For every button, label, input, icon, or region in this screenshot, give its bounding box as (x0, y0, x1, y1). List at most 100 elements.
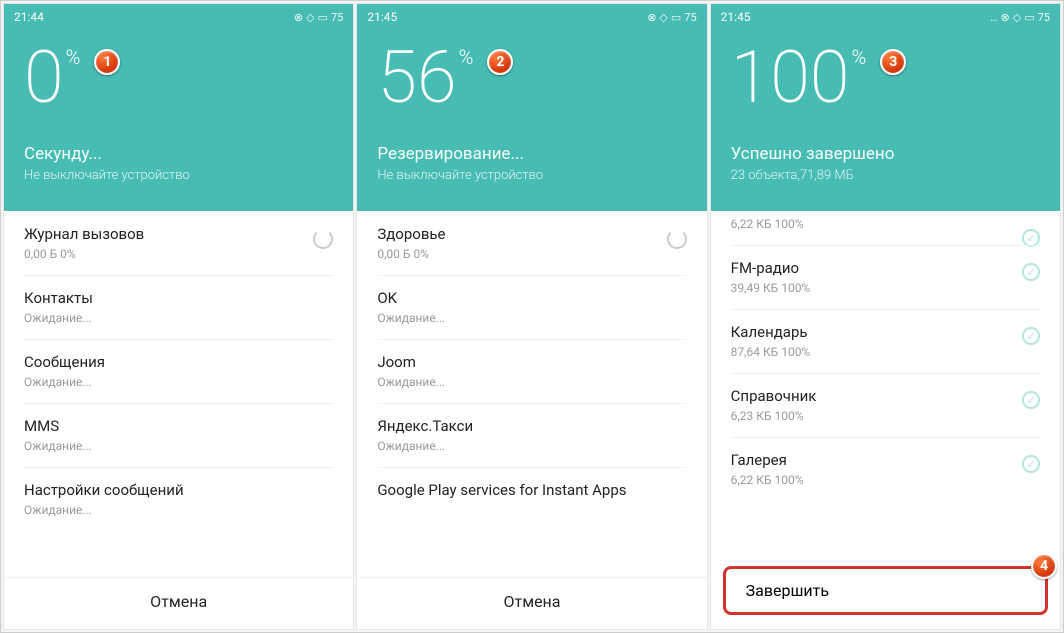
statusbar: 21:45 ⊗ ◇ ▭ 75 (357, 4, 706, 30)
finish-label: Завершить (746, 581, 829, 600)
list-item: 6,22 КБ 100% ✓ (711, 211, 1060, 245)
wifi-icon: ◇ (306, 11, 314, 24)
clock: 21:45 (721, 10, 751, 24)
header-title: Секунду... (24, 144, 333, 164)
step-badge-4: 4 (1031, 553, 1057, 579)
item-title: Календарь (731, 323, 1040, 341)
progress-percent: 0 (24, 42, 64, 114)
phone-screen-2: 21:45 ⊗ ◇ ▭ 75 56 % 2 Резервирование... … (356, 3, 707, 630)
header-title: Резервирование... (377, 144, 686, 164)
check-icon: ✓ (1022, 263, 1040, 281)
header-subtitle: Не выключайте устройство (377, 168, 686, 183)
list-item: Справочник 6,23 КБ 100% ✓ (711, 373, 1060, 437)
header-title: Успешно завершено (731, 144, 1040, 164)
statusbar: 21:44 ⊗ ◇ ▭ 75 (4, 4, 353, 30)
item-sub: 6,22 КБ 100% (731, 217, 1040, 231)
header: 56 % 2 Резервирование... Не выключайте у… (357, 30, 706, 211)
list-item: Joom Ожидание... (357, 339, 706, 403)
battery-level: 75 (1038, 11, 1050, 24)
item-title: Журнал вызовов (24, 225, 333, 243)
item-title: MMS (24, 417, 333, 435)
wifi-icon: ◇ (659, 11, 667, 24)
item-sub: Ожидание... (377, 311, 686, 325)
list-item: Яндекс.Такси Ожидание... (357, 403, 706, 467)
backup-list[interactable]: 6,22 КБ 100% ✓ FM-радио 39,49 КБ 100% ✓ … (711, 211, 1060, 556)
dnd-icon: ⊗ (647, 11, 656, 24)
item-sub: Ожидание... (24, 311, 333, 325)
percent-sign: % (459, 45, 474, 69)
list-item: Google Play services for Instant Apps (357, 467, 706, 517)
item-title: Яндекс.Такси (377, 417, 686, 435)
more-icon: … (990, 11, 997, 24)
finish-button[interactable]: Завершить 4 (723, 566, 1048, 615)
item-title: Здоровье (377, 225, 686, 243)
status-icons: … ⊗ ◇ ▭ 75 (990, 11, 1050, 24)
list-item: Журнал вызовов 0,00 Б 0% (4, 211, 353, 275)
list-item: OK Ожидание... (357, 275, 706, 339)
battery-level: 75 (331, 11, 343, 24)
clock: 21:45 (367, 10, 397, 24)
percent-sign: % (852, 45, 867, 69)
spinner-icon (667, 229, 687, 249)
dnd-icon: ⊗ (1001, 11, 1010, 24)
list-item: Настройки сообщений Ожидание... (4, 467, 353, 531)
status-icons: ⊗ ◇ ▭ 75 (294, 11, 343, 24)
dnd-icon: ⊗ (294, 11, 303, 24)
list-item: MMS Ожидание... (4, 403, 353, 467)
check-icon: ✓ (1022, 455, 1040, 473)
status-icons: ⊗ ◇ ▭ 75 (647, 11, 696, 24)
step-badge-1: 1 (94, 49, 120, 75)
check-icon: ✓ (1022, 391, 1040, 409)
item-sub: 6,22 КБ 100% (731, 473, 1040, 487)
step-badge-2: 2 (487, 49, 513, 75)
battery-icon: ▭ (318, 11, 328, 24)
step-badge-3: 3 (880, 49, 906, 75)
phone-screen-1: 21:44 ⊗ ◇ ▭ 75 0 % 1 Секунду... Не выклю… (3, 3, 354, 630)
item-title: Контакты (24, 289, 333, 307)
item-title: Галерея (731, 451, 1040, 469)
list-item: Сообщения Ожидание... (4, 339, 353, 403)
list-item: Календарь 87,64 КБ 100% ✓ (711, 309, 1060, 373)
progress-percent: 100 (731, 42, 850, 114)
list-item: Здоровье 0,00 Б 0% (357, 211, 706, 275)
check-icon: ✓ (1022, 327, 1040, 345)
item-title: OK (377, 289, 686, 307)
item-title: Справочник (731, 387, 1040, 405)
item-title: FM-радио (731, 259, 1040, 277)
cancel-button[interactable]: Отмена (357, 577, 706, 629)
percent-sign: % (66, 45, 81, 69)
battery-icon: ▭ (671, 11, 681, 24)
item-title: Сообщения (24, 353, 333, 371)
header-subtitle: 23 объекта,71,89 МБ (731, 168, 1040, 183)
wifi-icon: ◇ (1013, 11, 1021, 24)
item-sub: 39,49 КБ 100% (731, 281, 1040, 295)
item-sub: 6,23 КБ 100% (731, 409, 1040, 423)
spinner-icon (313, 229, 333, 249)
header: 100 % 3 Успешно завершено 23 объекта,71,… (711, 30, 1060, 211)
backup-list[interactable]: Журнал вызовов 0,00 Б 0% Контакты Ожидан… (4, 211, 353, 577)
item-title: Google Play services for Instant Apps (377, 481, 686, 499)
list-item: Контакты Ожидание... (4, 275, 353, 339)
list-item: FM-радио 39,49 КБ 100% ✓ (711, 245, 1060, 309)
battery-level: 75 (684, 11, 696, 24)
list-item: Галерея 6,22 КБ 100% ✓ (711, 437, 1060, 501)
item-sub: Ожидание... (24, 439, 333, 453)
item-sub: 0,00 Б 0% (24, 247, 333, 261)
cancel-button[interactable]: Отмена (4, 577, 353, 629)
battery-icon: ▭ (1024, 11, 1034, 24)
item-title: Настройки сообщений (24, 481, 333, 499)
item-sub: Ожидание... (24, 375, 333, 389)
phone-screen-3: 21:45 … ⊗ ◇ ▭ 75 100 % 3 Успешно заверше… (710, 3, 1061, 630)
item-sub: Ожидание... (377, 439, 686, 453)
progress-percent: 56 (377, 42, 456, 114)
item-sub: Ожидание... (377, 375, 686, 389)
backup-list[interactable]: Здоровье 0,00 Б 0% OK Ожидание... Joom О… (357, 211, 706, 577)
item-title: Joom (377, 353, 686, 371)
item-sub: 0,00 Б 0% (377, 247, 686, 261)
header-subtitle: Не выключайте устройство (24, 168, 333, 183)
item-sub: Ожидание... (24, 503, 333, 517)
statusbar: 21:45 … ⊗ ◇ ▭ 75 (711, 4, 1060, 30)
item-sub: 87,64 КБ 100% (731, 345, 1040, 359)
header: 0 % 1 Секунду... Не выключайте устройств… (4, 30, 353, 211)
clock: 21:44 (14, 10, 44, 24)
